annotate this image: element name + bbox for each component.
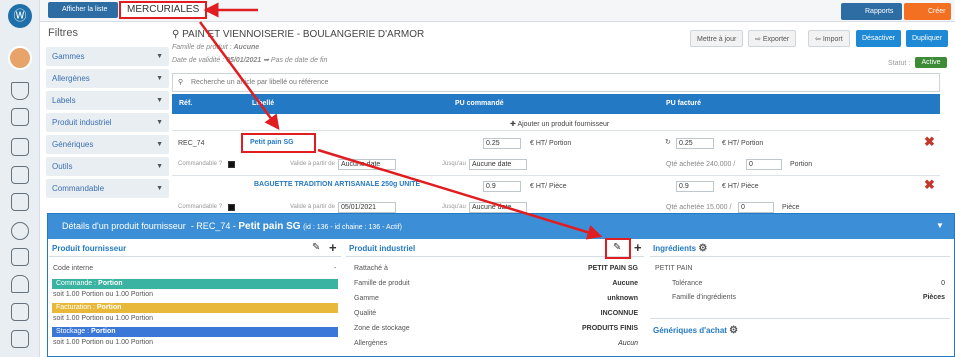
- arrow-to-edit: [317, 148, 603, 240]
- arrow-to-petit-pain: [198, 21, 280, 131]
- annotation-arrows: [198, 2, 603, 240]
